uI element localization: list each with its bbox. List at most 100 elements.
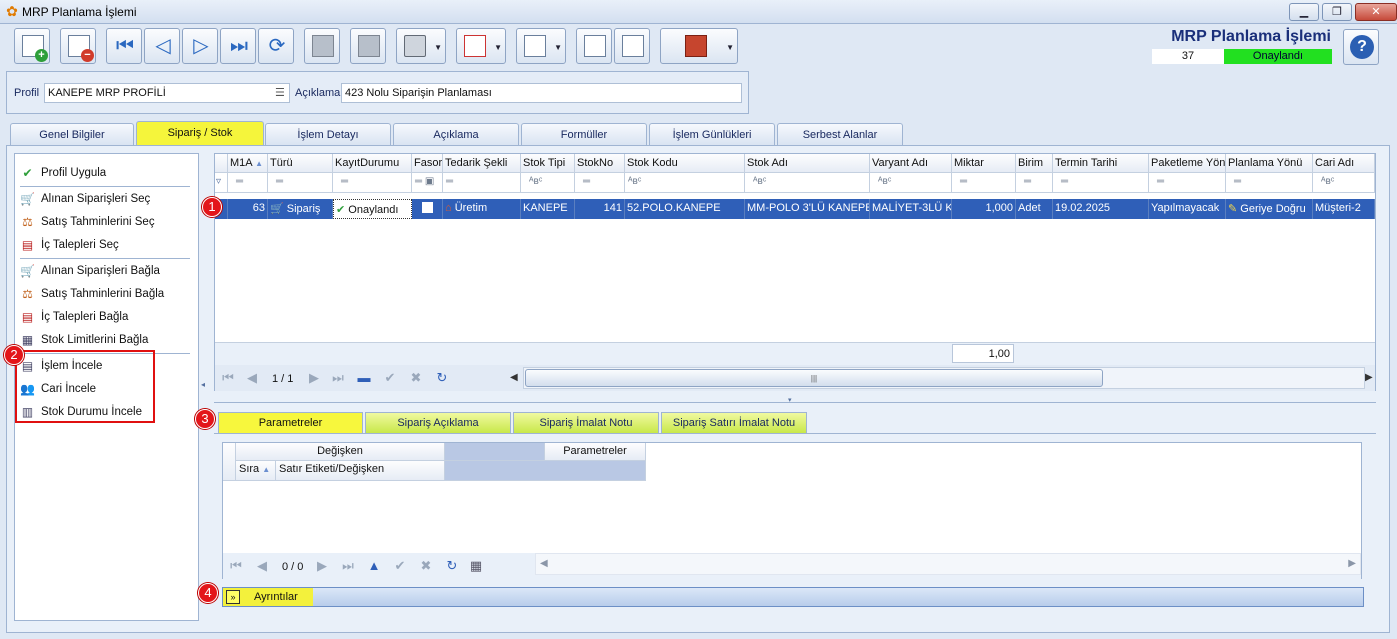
cell-miktar[interactable]: 1,000 — [952, 199, 1016, 219]
nav-last-icon[interactable]: ⏭ — [329, 369, 347, 387]
col-header[interactable]: Tedarik Şekli — [443, 154, 521, 173]
nav-post-icon[interactable]: ✔ — [391, 557, 409, 575]
cell-kayit-durumu[interactable]: ✔ Onaylandı — [333, 199, 412, 219]
param-horizontal-scrollbar[interactable]: ◀ ▶ — [535, 553, 1361, 575]
menu-alinan-siparisleri-sec[interactable]: 🛒 Alınan Siparişleri Seç — [20, 189, 150, 209]
nav-prev-icon[interactable]: ◀ — [243, 369, 261, 387]
filter-cell[interactable]: ═ — [443, 173, 521, 193]
refresh-button[interactable]: ⟳ — [258, 28, 294, 64]
cell-termin-tarihi[interactable]: 19.02.2025 — [1053, 199, 1149, 219]
menu-ic-talepleri-sec[interactable]: ▤ İç Talepleri Seç — [20, 235, 119, 255]
nav-delete-icon[interactable]: ▬ — [355, 369, 373, 387]
filter-cell[interactable]: ═ — [952, 173, 1016, 193]
tools-button[interactable] — [614, 28, 650, 64]
nav-first-icon[interactable]: ⏮ — [219, 369, 237, 387]
list-picker-icon[interactable]: ☰ — [275, 86, 285, 99]
cell-birim[interactable]: Adet — [1016, 199, 1053, 219]
maximize-button[interactable]: ❐ — [1322, 3, 1352, 21]
tab-aciklama[interactable]: Açıklama — [393, 123, 519, 145]
scroll-right-icon[interactable]: ▶ — [1348, 558, 1356, 569]
filter-text-icon[interactable]: ᴬʙᶜ — [870, 173, 952, 193]
next-record-button[interactable]: ▷ — [182, 28, 218, 64]
col-header-sira[interactable]: Sıra ▲ — [236, 461, 276, 481]
exit-button[interactable]: ▼ — [660, 28, 738, 64]
export-pdf-button[interactable]: ▼ — [456, 28, 506, 64]
tab-serbest-alanlar[interactable]: Serbest Alanlar — [777, 123, 903, 145]
col-header[interactable]: Miktar — [952, 154, 1016, 173]
filter-cell[interactable]: ═ — [228, 173, 268, 193]
copy-button[interactable]: ▼ — [516, 28, 566, 64]
cell-tedarik-sekli[interactable]: ⌂ Üretim — [443, 199, 521, 219]
horizontal-scrollbar[interactable]: ||| — [523, 367, 1365, 389]
filter-text-icon[interactable]: ᴬʙᶜ — [1313, 173, 1375, 193]
cell-stok-adi[interactable]: MM-POLO 3'LÜ KANEPE — [745, 199, 870, 219]
col-header[interactable]: Paketleme Yönü — [1149, 154, 1226, 173]
filter-cell[interactable]: ═ ▣ — [412, 173, 443, 193]
filter-text-icon[interactable]: ᴬʙᶜ — [625, 173, 745, 193]
aciklama-field[interactable]: 423 Nolu Siparişin Planlaması — [341, 83, 742, 103]
col-header[interactable]: Cari Adı — [1313, 154, 1375, 173]
col-header[interactable]: Stok Tipi — [521, 154, 575, 173]
col-header[interactable]: Stok Adı — [745, 154, 870, 173]
tab-siparis-imalat-notu[interactable]: Sipariş İmalat Notu — [513, 412, 659, 433]
col-header[interactable]: Türü — [268, 154, 333, 173]
menu-stok-limitlerini-bagla[interactable]: ▦ Stok Limitlerini Bağla — [20, 330, 149, 350]
filter-cell[interactable]: ═ — [575, 173, 625, 193]
previous-record-button[interactable]: ◁ — [144, 28, 180, 64]
cell-paketleme-yonu[interactable]: Yapılmayacak — [1149, 199, 1226, 219]
col-header[interactable]: Fasor — [412, 154, 443, 173]
col-header[interactable]: KayıtDurumu — [333, 154, 412, 173]
nav-prev-icon[interactable]: ◀ — [253, 557, 271, 575]
new-record-button[interactable] — [14, 28, 50, 64]
scroll-right-icon[interactable]: ▶ — [1365, 372, 1373, 383]
tab-parametreler[interactable]: Parametreler — [218, 412, 363, 433]
close-button[interactable]: ✕ — [1355, 3, 1397, 21]
nav-refresh-icon[interactable]: ↻ — [433, 369, 451, 387]
first-record-button[interactable]: ⏮ — [106, 28, 142, 64]
tab-siparis-stok[interactable]: Sipariş / Stok — [136, 121, 264, 145]
col-header[interactable]: Birim — [1016, 154, 1053, 173]
menu-ic-talepleri-bagla[interactable]: ▤ İç Talepleri Bağla — [20, 307, 129, 327]
profil-field[interactable]: KANEPE MRP PROFİLİ — [44, 83, 290, 103]
cell-fasor-checkbox[interactable] — [412, 199, 443, 219]
tab-formuller[interactable]: Formüller — [521, 123, 647, 145]
filter-cell[interactable]: ═ — [268, 173, 333, 193]
help-button[interactable]: ? — [1343, 29, 1379, 65]
filter-funnel-icon[interactable]: ▿ — [215, 173, 228, 193]
cell-cari-adi[interactable]: Müşteri-2 — [1313, 199, 1375, 219]
collapse-left-icon[interactable]: ◂ — [201, 380, 205, 389]
col-header[interactable]: Varyant Adı — [870, 154, 952, 173]
filter-cell[interactable]: ═ — [1016, 173, 1053, 193]
col-header[interactable]: Stok Kodu — [625, 154, 745, 173]
nav-next-icon[interactable]: ▶ — [305, 369, 323, 387]
cell-m1a[interactable]: 63 — [228, 199, 268, 219]
cell-stokno[interactable]: 141 — [575, 199, 625, 219]
nav-refresh-icon[interactable]: ↻ — [443, 557, 461, 575]
delete-record-button[interactable] — [60, 28, 96, 64]
save-button[interactable] — [304, 28, 340, 64]
menu-satis-tahminlerini-sec[interactable]: ⚖ Satış Tahminlerini Seç — [20, 212, 154, 232]
filter-text-icon[interactable]: ᴬʙᶜ — [521, 173, 575, 193]
menu-alinan-siparisleri-bagla[interactable]: 🛒 Alınan Siparişleri Bağla — [20, 261, 160, 281]
nav-insert-icon[interactable]: ▲ — [365, 557, 383, 575]
nav-cancel-icon[interactable]: ✖ — [417, 557, 435, 575]
menu-satis-tahminlerini-bagla[interactable]: ⚖ Satış Tahminlerini Bağla — [20, 284, 164, 304]
print-button[interactable]: ▼ — [396, 28, 446, 64]
filter-cell[interactable]: ═ — [1226, 173, 1313, 193]
filter-text-icon[interactable]: ᴬʙᶜ — [745, 173, 870, 193]
col-header[interactable]: Planlama Yönü — [1226, 154, 1313, 173]
nav-next-icon[interactable]: ▶ — [313, 557, 331, 575]
nav-first-icon[interactable]: ⏮ — [227, 557, 245, 575]
col-header[interactable]: StokNo — [575, 154, 625, 173]
nav-cancel-icon[interactable]: ✖ — [407, 369, 425, 387]
details-bar[interactable]: » Ayrıntılar — [222, 587, 1364, 607]
tab-siparis-aciklama[interactable]: Sipariş Açıklama — [365, 412, 511, 433]
last-record-button[interactable]: ⏭ — [220, 28, 256, 64]
scrollbar-thumb[interactable]: ||| — [525, 369, 1103, 387]
scroll-left-icon[interactable]: ◀ — [540, 558, 548, 569]
filter-cell[interactable]: ═ — [1149, 173, 1226, 193]
tab-islem-detayi[interactable]: İşlem Detayı — [265, 123, 391, 145]
filter-cell[interactable]: ═ — [1053, 173, 1149, 193]
menu-profil-uygula[interactable]: ✔ Profil Uygula — [20, 163, 106, 183]
cell-turu[interactable]: 🛒 Sipariş — [268, 199, 333, 219]
